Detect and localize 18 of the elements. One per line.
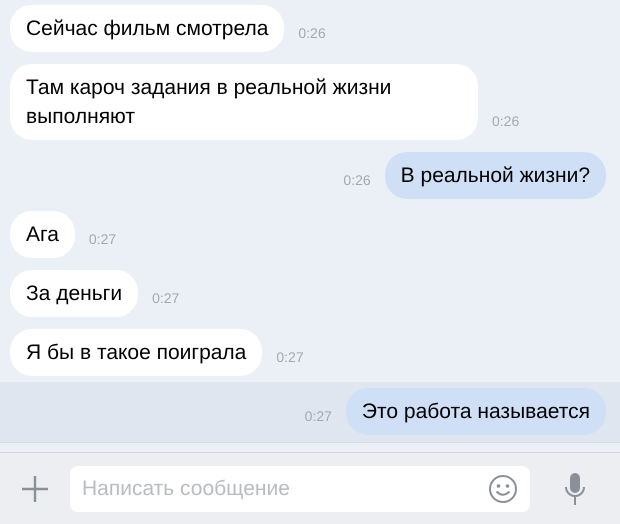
- message-bubble: За деньги: [10, 270, 138, 317]
- message-time: 0:27: [88, 231, 116, 249]
- smiley-icon[interactable]: [488, 474, 518, 504]
- plus-icon[interactable]: [20, 474, 50, 504]
- message-time: 0:26: [492, 113, 520, 131]
- message-field[interactable]: Написать сообщение: [70, 466, 530, 512]
- message-bubble: Сейчас фильм смотрела: [10, 5, 284, 52]
- message-time: 0:27: [304, 408, 332, 426]
- message-bubble: Там кароч задания в реальной жизни выполняют: [10, 64, 478, 140]
- message-time: 0:27: [152, 290, 180, 308]
- message-bubble: Это работа называется: [346, 388, 606, 435]
- message-bubble: Я бы в такое поиграла: [10, 329, 262, 376]
- message-bubble: Ага: [10, 211, 75, 258]
- message-time: 0:26: [298, 25, 326, 43]
- message-time: 0:27: [276, 349, 304, 367]
- message-bubble: В реальной жизни?: [384, 152, 606, 199]
- microphone-icon[interactable]: [564, 472, 586, 506]
- message-time: 0:26: [343, 172, 371, 190]
